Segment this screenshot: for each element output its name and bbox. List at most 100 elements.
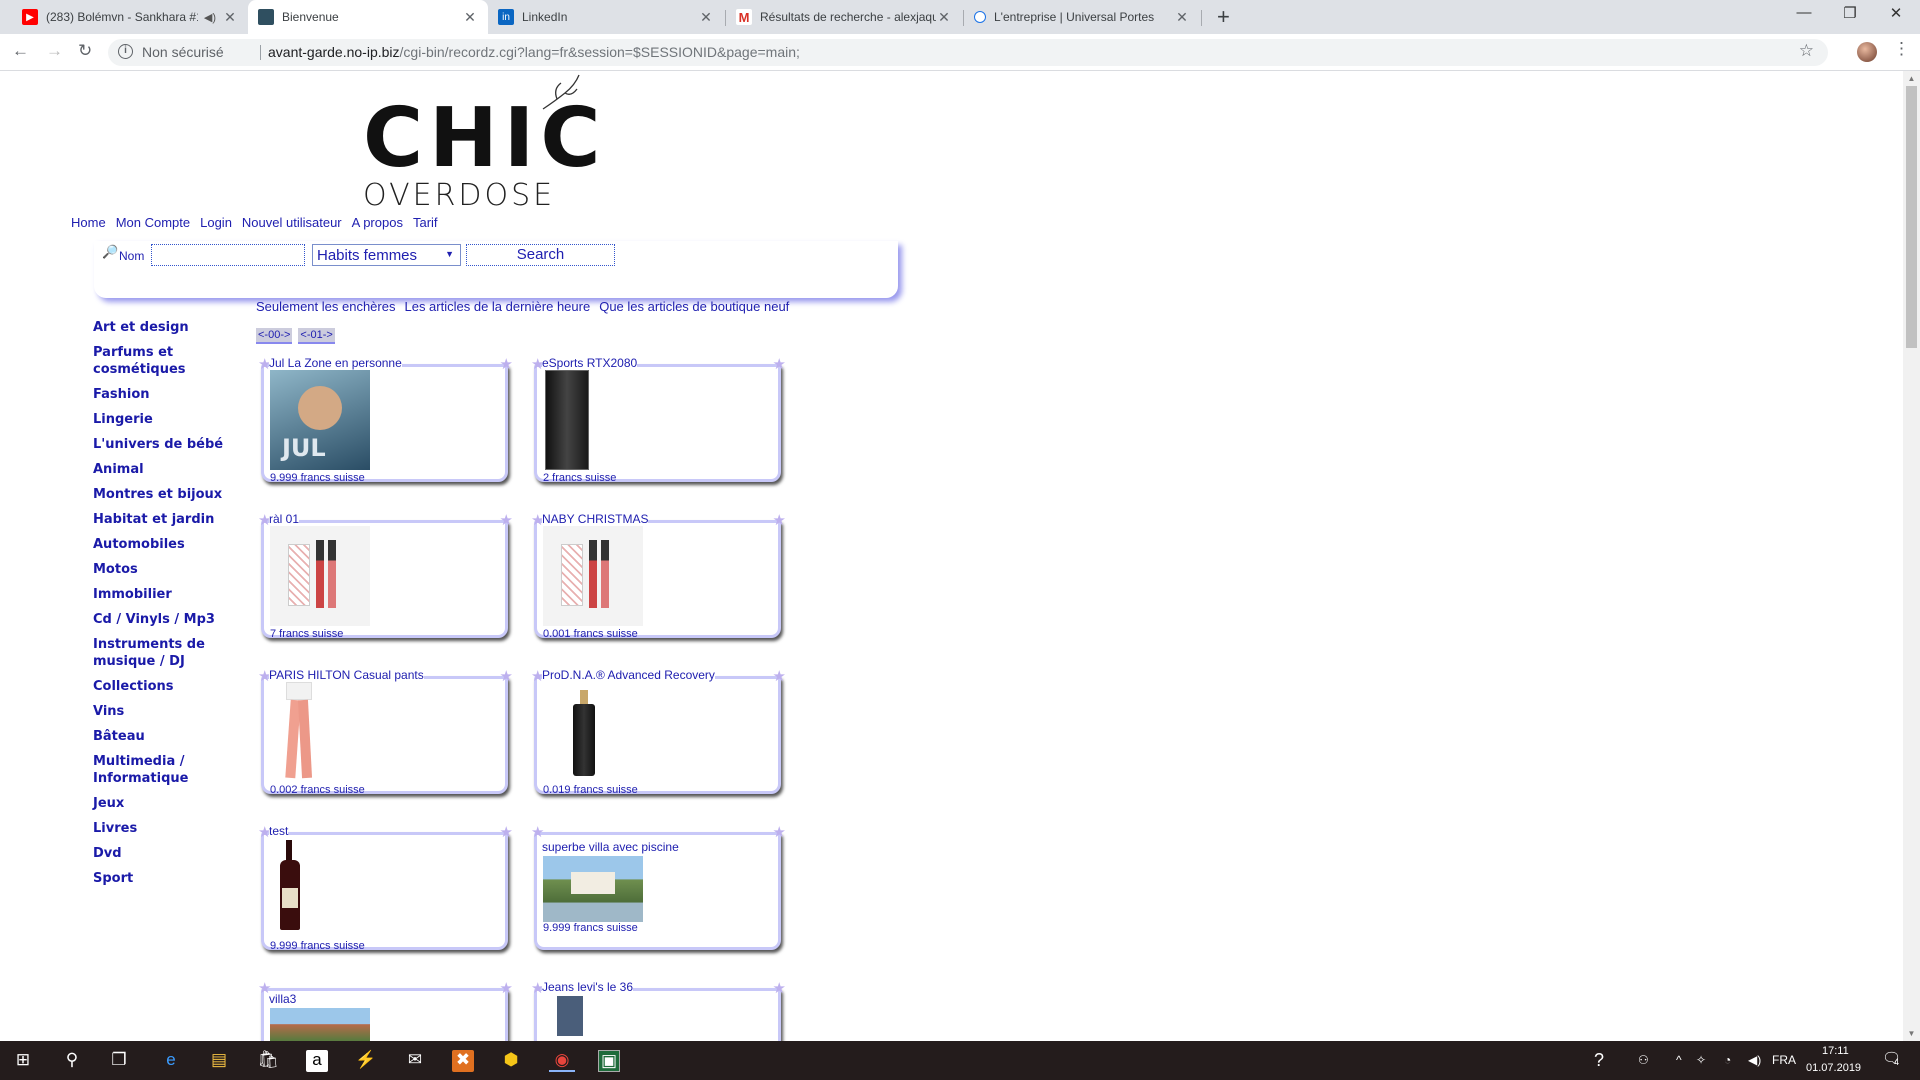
tab-gmail[interactable]: M Résultats de recherche - alexjaqu ✕ bbox=[726, 0, 962, 34]
product-card[interactable]: ★ ★ villa3 bbox=[257, 980, 514, 1041]
product-card[interactable]: ★ ★ Jul La Zone en personne JUL 9.999 fra… bbox=[257, 356, 514, 487]
volume-icon[interactable]: ◀) bbox=[1748, 1053, 1761, 1067]
product-card[interactable]: ★ ★ test 9.999 francs suisse bbox=[257, 824, 514, 955]
mail-icon[interactable]: ✉ bbox=[404, 1050, 426, 1072]
category-item[interactable]: Motos bbox=[93, 561, 233, 578]
info-icon[interactable]: i bbox=[118, 44, 133, 59]
product-title[interactable]: eSports RTX2080 bbox=[542, 356, 638, 370]
category-item[interactable]: Habitat et jardin bbox=[93, 511, 233, 528]
scroll-up-arrow-icon[interactable]: ▲ bbox=[1903, 74, 1920, 83]
category-item[interactable]: Sport bbox=[93, 870, 233, 887]
category-item[interactable]: Immobilier bbox=[93, 586, 233, 603]
star-icon[interactable]: ★ bbox=[773, 667, 786, 685]
page-link[interactable]: <-00-> bbox=[256, 328, 293, 344]
tab-linkedin[interactable]: in LinkedIn ✕ bbox=[488, 0, 724, 34]
url-text[interactable]: avant-garde.no-ip.biz/cgi-bin/recordz.cg… bbox=[268, 44, 800, 60]
category-item[interactable]: L'univers de bébé bbox=[93, 436, 233, 453]
edge-icon[interactable]: e bbox=[160, 1050, 182, 1072]
xampp-icon[interactable]: ✖ bbox=[452, 1050, 474, 1072]
product-image[interactable] bbox=[543, 682, 643, 782]
people-icon[interactable]: ⚇ bbox=[1638, 1053, 1649, 1067]
help-icon[interactable]: ? bbox=[1594, 1050, 1604, 1071]
product-card[interactable]: ★ ★ superbe villa avec piscine 9.999 fran… bbox=[530, 824, 787, 955]
amazon-icon[interactable]: a bbox=[306, 1050, 328, 1072]
star-icon[interactable]: ★ bbox=[500, 511, 513, 529]
speaker-icon[interactable]: ◀) bbox=[204, 11, 216, 24]
product-image[interactable] bbox=[270, 838, 370, 938]
star-icon[interactable]: ★ bbox=[500, 355, 513, 373]
page-scrollbar[interactable]: ▲ ▼ bbox=[1903, 71, 1920, 1041]
product-title[interactable]: NABY CHRISTMAS bbox=[542, 512, 649, 526]
close-tab-icon[interactable]: ✕ bbox=[936, 9, 952, 26]
product-title[interactable]: villa3 bbox=[269, 992, 297, 1006]
category-item[interactable]: Dvd bbox=[93, 845, 233, 862]
category-item[interactable]: Vins bbox=[93, 703, 233, 720]
star-icon[interactable]: ★ bbox=[531, 823, 544, 841]
menu-kebab-icon[interactable]: ⋮ bbox=[1893, 39, 1910, 59]
close-tab-icon[interactable]: ✕ bbox=[462, 9, 478, 26]
store-icon[interactable]: 🛍 bbox=[257, 1050, 279, 1072]
star-icon[interactable]: ★ bbox=[773, 979, 786, 997]
nav-mon-compte[interactable]: Mon Compte bbox=[116, 215, 190, 230]
terminal-icon[interactable]: ▣ bbox=[598, 1050, 620, 1072]
category-item[interactable]: Multimedia / Informatique bbox=[93, 753, 233, 787]
profile-avatar[interactable] bbox=[1857, 42, 1877, 62]
bookmark-star-icon[interactable]: ☆ bbox=[1799, 41, 1814, 61]
file-explorer-icon[interactable]: ▤ bbox=[208, 1050, 230, 1072]
product-title[interactable]: PARIS HILTON Casual pants bbox=[269, 668, 424, 682]
product-image[interactable] bbox=[270, 526, 370, 626]
clock-date[interactable]: 01.07.2019 bbox=[1806, 1062, 1861, 1074]
star-icon[interactable]: ★ bbox=[773, 511, 786, 529]
product-title[interactable]: superbe villa avec piscine bbox=[542, 840, 679, 854]
star-icon[interactable]: ★ bbox=[500, 823, 513, 841]
app-icon[interactable]: ⚡ bbox=[355, 1050, 377, 1072]
close-tab-icon[interactable]: ✕ bbox=[698, 9, 714, 26]
product-card[interactable]: ★ ★ PARIS HILTON Casual pants 0.002 franc… bbox=[257, 668, 514, 799]
windows-start-icon[interactable]: ⊞ bbox=[12, 1050, 34, 1072]
product-title[interactable]: Jul La Zone en personne bbox=[269, 356, 402, 370]
product-image[interactable] bbox=[543, 526, 643, 626]
category-item[interactable]: Parfums et cosmétiques bbox=[93, 344, 233, 378]
star-icon[interactable]: ★ bbox=[773, 823, 786, 841]
close-tab-icon[interactable]: ✕ bbox=[1174, 9, 1190, 26]
tab-youtube[interactable]: ▶ (283) Bolémvn - Sankhara #1 ◀) ✕ bbox=[12, 0, 248, 34]
nav-home[interactable]: Home bbox=[71, 215, 106, 230]
nav-nouvel-utilisateur[interactable]: Nouvel utilisateur bbox=[242, 215, 342, 230]
dropbox-icon[interactable]: ✧ bbox=[1696, 1053, 1706, 1067]
search-button[interactable]: Search bbox=[466, 244, 615, 266]
category-item[interactable]: Cd / Vinyls / Mp3 bbox=[93, 611, 233, 628]
filter-boutique-neuf[interactable]: Que les articles de boutique neuf bbox=[599, 299, 789, 314]
scrollbar-thumb[interactable] bbox=[1906, 86, 1917, 348]
product-card[interactable]: ★ ★ ràl 01 7 francs suisse bbox=[257, 512, 514, 643]
product-card[interactable]: ★ ★ ProD.N.A.® Advanced Recovery 0.019 fr… bbox=[530, 668, 787, 799]
language-indicator[interactable]: FRA bbox=[1772, 1053, 1796, 1067]
close-window-button[interactable]: ✕ bbox=[1873, 4, 1919, 22]
star-icon[interactable]: ★ bbox=[500, 979, 513, 997]
category-item[interactable]: Jeux bbox=[93, 795, 233, 812]
new-tab-button[interactable]: + bbox=[1217, 4, 1230, 30]
product-image[interactable] bbox=[270, 1008, 370, 1041]
nav-a-propos[interactable]: A propos bbox=[352, 215, 403, 230]
address-bar[interactable]: i Non sécurisé avant-garde.no-ip.biz/cgi… bbox=[108, 39, 1828, 66]
product-image[interactable] bbox=[543, 994, 643, 1041]
product-image[interactable]: JUL bbox=[270, 370, 370, 470]
category-item[interactable]: Collections bbox=[93, 678, 233, 695]
reload-button[interactable]: ↻ bbox=[78, 41, 92, 61]
product-title[interactable]: ProD.N.A.® Advanced Recovery bbox=[542, 668, 715, 682]
product-card[interactable]: ★ ★ eSports RTX2080 2 francs suisse bbox=[530, 356, 787, 487]
wifi-icon[interactable]: ◔ bbox=[1724, 1053, 1731, 1067]
close-tab-icon[interactable]: ✕ bbox=[222, 9, 238, 26]
category-select[interactable]: Habits femmes ▼ bbox=[312, 244, 461, 266]
app-hexagon-icon[interactable]: ⬢ bbox=[500, 1050, 522, 1072]
nav-tarif[interactable]: Tarif bbox=[413, 215, 438, 230]
product-image[interactable] bbox=[543, 856, 643, 922]
maximize-button[interactable]: ❐ bbox=[1827, 4, 1873, 22]
scroll-down-arrow-icon[interactable]: ▼ bbox=[1903, 1029, 1920, 1038]
page-link[interactable]: <-01-> bbox=[298, 328, 335, 344]
site-logo[interactable]: CHIC OVERDOSE bbox=[363, 74, 601, 229]
product-title[interactable]: ràl 01 bbox=[269, 512, 300, 526]
tab-bienvenue[interactable]: Bienvenue ✕ bbox=[248, 0, 488, 34]
clock-time[interactable]: 17:11 bbox=[1822, 1045, 1849, 1057]
filter-derniere-heure[interactable]: Les articles de la dernière heure bbox=[404, 299, 590, 314]
filter-encheres[interactable]: Seulement les enchères bbox=[256, 299, 395, 314]
